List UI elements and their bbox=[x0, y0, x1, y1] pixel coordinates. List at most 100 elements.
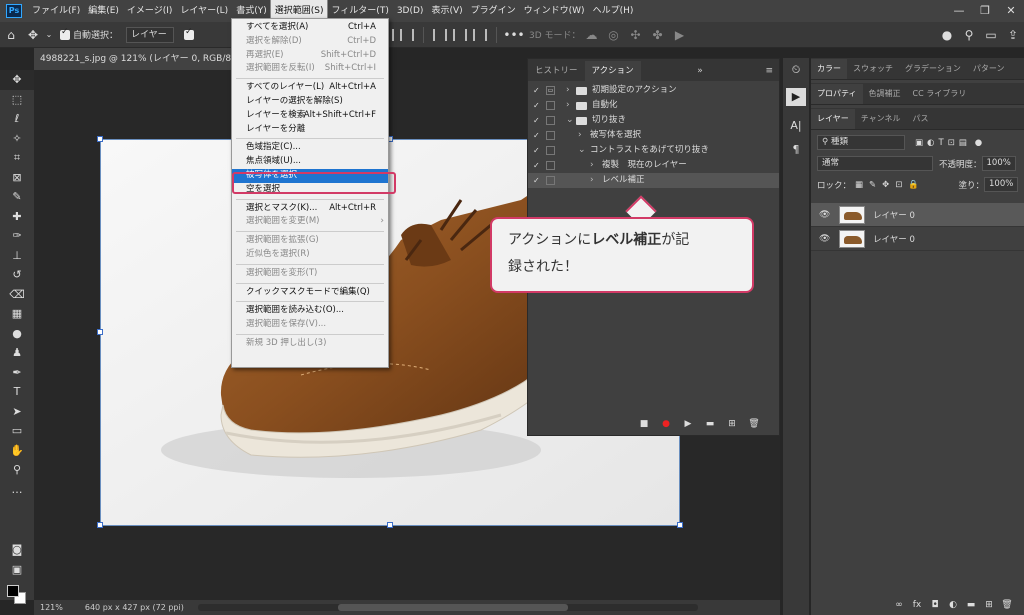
zoom-tool-icon[interactable]: ⚲ bbox=[0, 460, 34, 480]
panel-menu-icon[interactable]: ≡ bbox=[759, 61, 779, 81]
distribute-icon[interactable] bbox=[433, 28, 448, 41]
stamp-tool-icon[interactable]: ⊥ bbox=[0, 246, 34, 266]
eraser-tool-icon[interactable]: ⌫ bbox=[0, 285, 34, 305]
panel-tab[interactable]: グラデーション bbox=[899, 59, 967, 79]
panel-tab[interactable]: レイヤー bbox=[811, 109, 855, 129]
tab-history[interactable]: ヒストリー bbox=[528, 61, 585, 81]
action-row[interactable]: ✓ ⌄ 切り抜き bbox=[528, 113, 779, 128]
check-icon[interactable]: ✓ bbox=[533, 143, 540, 158]
select-menu-item[interactable]: すべてを選択(A) Ctrl+A bbox=[232, 21, 388, 35]
transform-handle[interactable] bbox=[387, 522, 393, 528]
lock-icons[interactable]: ▦✎✥⊡🔒 bbox=[855, 180, 925, 190]
gradient-tool-icon[interactable]: ▦ bbox=[0, 304, 34, 324]
action-row[interactable]: ✓ › レベル補正 bbox=[528, 173, 779, 188]
horizontal-scrollbar[interactable] bbox=[197, 604, 698, 611]
type-tool-icon[interactable]: T bbox=[0, 382, 34, 402]
dialog-toggle[interactable] bbox=[546, 116, 555, 125]
menu-item[interactable]: ヘルプ(H) bbox=[589, 0, 638, 22]
chevron-right-icon[interactable]: › bbox=[590, 173, 594, 188]
select-menu-item[interactable]: すべてのレイヤー(L) Alt+Ctrl+A bbox=[232, 81, 388, 95]
brush-tool-icon[interactable]: ✑ bbox=[0, 226, 34, 246]
transform-handle[interactable] bbox=[97, 522, 103, 528]
layer-kind-filter[interactable]: ⚲ 種類 bbox=[817, 135, 905, 150]
restore-icon[interactable]: ❐ bbox=[972, 0, 998, 22]
zoom-level[interactable]: 121% bbox=[40, 603, 63, 612]
actions-play-icon[interactable]: ▶ bbox=[786, 88, 806, 106]
filter-icons[interactable]: ▣◐T⊡▤ bbox=[915, 138, 971, 148]
slide-3d-icon[interactable]: ✤ bbox=[647, 28, 669, 42]
chevron-down-icon[interactable]: ⌄ bbox=[578, 143, 586, 158]
menu-item[interactable]: 3D(D) bbox=[393, 0, 428, 22]
chevron-right-icon[interactable]: › bbox=[578, 128, 582, 143]
filter-toggle-icon[interactable]: ● bbox=[975, 138, 982, 148]
eye-icon[interactable]: 👁 bbox=[819, 210, 835, 220]
document-tab[interactable]: 4988221_s.jpg @ 121% (レイヤー 0, RGB/8#) * bbox=[34, 48, 254, 70]
character-icon[interactable]: A| bbox=[783, 114, 809, 138]
record-icon[interactable]: ● bbox=[655, 419, 677, 429]
panel-tab[interactable]: プロパティ bbox=[811, 84, 863, 104]
foreground-color-swatch[interactable] bbox=[7, 585, 19, 597]
select-menu-item[interactable]: 選択とマスク(K)... Alt+Ctrl+R bbox=[232, 202, 388, 216]
tab-actions[interactable]: アクション bbox=[584, 61, 641, 81]
pen-tool-icon[interactable]: ✒ bbox=[0, 363, 34, 383]
dialog-toggle[interactable] bbox=[546, 146, 555, 155]
check-icon[interactable]: ✓ bbox=[533, 173, 540, 188]
orbit-3d-icon[interactable]: ☁ bbox=[581, 28, 603, 42]
path-selection-tool-icon[interactable]: ➤ bbox=[0, 402, 34, 422]
color-swatches[interactable] bbox=[7, 585, 29, 607]
check-icon[interactable]: ✓ bbox=[533, 113, 540, 128]
frame-tool-icon[interactable]: ⊠ bbox=[0, 168, 34, 188]
panel-tab[interactable]: スウォッチ bbox=[847, 59, 899, 79]
select-menu-item[interactable]: 焦点領域(U)... bbox=[232, 155, 388, 169]
dialog-toggle[interactable] bbox=[546, 131, 555, 140]
user-icon[interactable]: ● bbox=[936, 28, 958, 42]
drag-3d-icon[interactable]: ✣ bbox=[625, 28, 647, 42]
group-icon[interactable]: ▬ bbox=[962, 600, 980, 610]
chevron-right-icon[interactable]: › bbox=[590, 158, 594, 173]
transform-controls-checkbox[interactable] bbox=[184, 27, 195, 40]
new-set-icon[interactable]: ▬ bbox=[699, 419, 721, 429]
check-icon[interactable]: ✓ bbox=[533, 83, 540, 98]
move-tool-icon[interactable]: ✥ bbox=[22, 28, 44, 42]
marquee-tool-icon[interactable]: ⬚ bbox=[0, 90, 34, 110]
menu-item[interactable]: プラグイン bbox=[467, 0, 520, 22]
check-icon[interactable]: ✓ bbox=[533, 98, 540, 113]
stop-icon[interactable]: ■ bbox=[633, 419, 655, 429]
crop-tool-icon[interactable]: ⌗ bbox=[0, 148, 34, 168]
share-icon[interactable]: ⇪ bbox=[1002, 28, 1024, 42]
roll-3d-icon[interactable]: ◎ bbox=[603, 28, 625, 42]
workspace-icon[interactable]: ▭ bbox=[980, 28, 1002, 42]
select-menu-item[interactable]: 選択範囲を読み込む(O)... bbox=[232, 304, 388, 318]
quick-mask-icon[interactable]: ◙ bbox=[0, 540, 34, 560]
dodge-tool-icon[interactable]: ♟ bbox=[0, 343, 34, 363]
fill-field[interactable]: 100% bbox=[984, 177, 1018, 192]
transform-handle[interactable] bbox=[97, 136, 103, 142]
fx-icon[interactable]: fx bbox=[908, 600, 926, 610]
action-row[interactable]: ✓ ⌄ コントラストをあげて切り抜き bbox=[528, 143, 779, 158]
menu-item[interactable]: イメージ(I) bbox=[123, 0, 177, 22]
check-icon[interactable]: ✓ bbox=[533, 158, 540, 173]
align-icon[interactable] bbox=[400, 28, 415, 41]
chevron-right-icon[interactable]: › bbox=[566, 83, 570, 98]
blur-tool-icon[interactable]: ● bbox=[0, 324, 34, 344]
history-icon[interactable]: ⏲ bbox=[783, 58, 809, 82]
panel-tab[interactable]: 色調補正 bbox=[863, 84, 907, 104]
layer-row[interactable]: 👁 レイヤー 0 bbox=[811, 203, 1024, 227]
magic-wand-tool-icon[interactable]: ✧ bbox=[0, 129, 34, 149]
move-tool-icon[interactable]: ✥ bbox=[0, 70, 34, 90]
distribute-icon[interactable] bbox=[473, 28, 488, 41]
adjustment-icon[interactable]: ◐ bbox=[944, 600, 962, 610]
hand-tool-icon[interactable]: ✋ bbox=[0, 441, 34, 461]
trash-icon[interactable]: 🗑 bbox=[743, 419, 765, 429]
action-row[interactable]: ✓ › 被写体を選択 bbox=[528, 128, 779, 143]
distribute-icon[interactable] bbox=[453, 28, 468, 41]
eyedropper-tool-icon[interactable]: ✎ bbox=[0, 187, 34, 207]
chevron-right-icon[interactable]: › bbox=[566, 98, 570, 113]
select-menu-item[interactable]: 色域指定(C)... bbox=[232, 141, 388, 155]
new-layer-icon[interactable]: ⊞ bbox=[980, 600, 998, 610]
panel-tab[interactable]: CC ライブラリ bbox=[907, 84, 973, 104]
more-tools-icon[interactable]: … bbox=[0, 480, 34, 500]
search-icon[interactable]: ⚲ bbox=[958, 28, 980, 42]
menu-item[interactable]: ファイル(F) bbox=[28, 0, 84, 22]
select-menu-item[interactable]: レイヤーを分離 bbox=[232, 123, 388, 137]
